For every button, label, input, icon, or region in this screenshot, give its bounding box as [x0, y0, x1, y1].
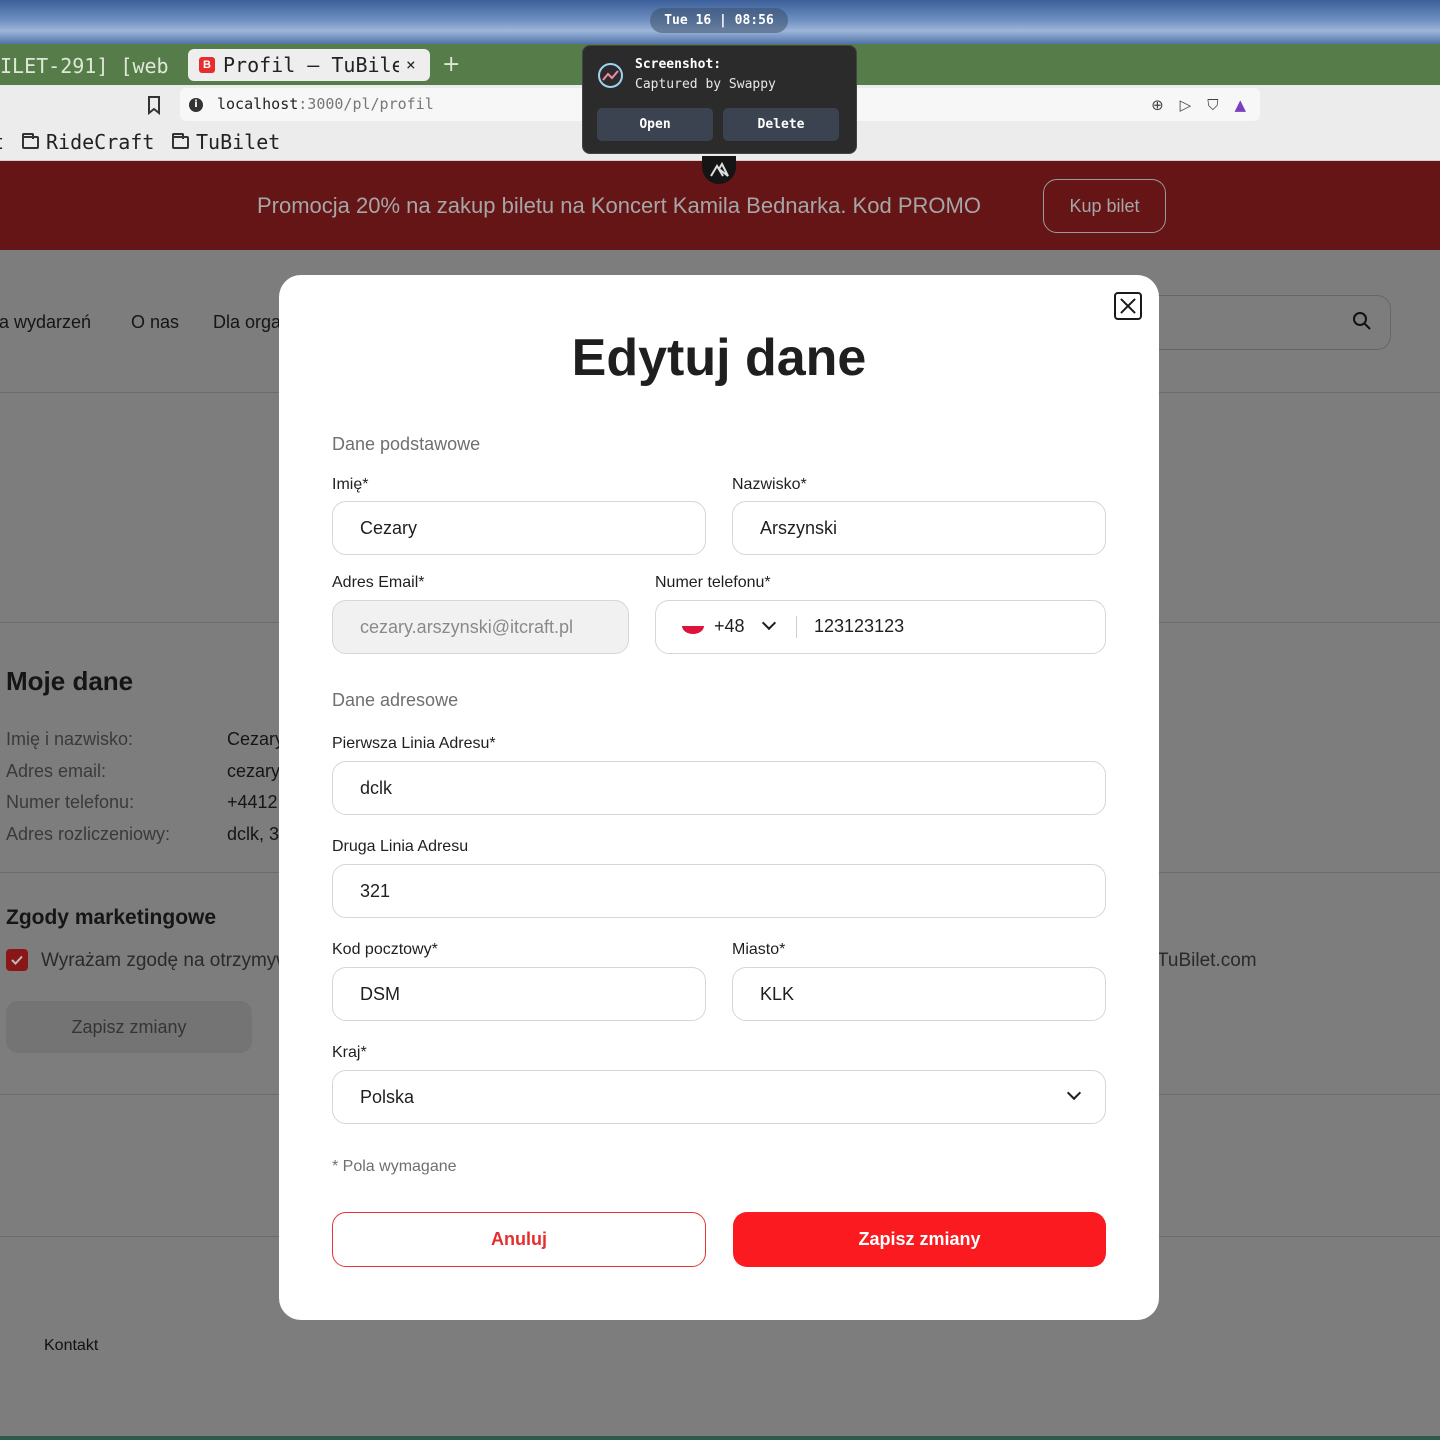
cancel-button[interactable]: Anuluj — [332, 1212, 706, 1267]
label-email: Adres email: — [6, 761, 107, 781]
nav-about[interactable]: O nas — [131, 311, 179, 333]
email-field: cezary.arszynski@itcraft.pl — [332, 600, 629, 654]
section-address-data: Dane adresowe — [332, 690, 459, 710]
last-name-label: Nazwisko* — [732, 476, 807, 493]
zoom-icon[interactable]: ⊕ — [1151, 96, 1164, 114]
edit-data-modal: Edytuj dane Dane podstawowe Imię* Cezary… — [279, 275, 1159, 1320]
tab-title: Profil – TuBilet — [223, 53, 399, 77]
phone-label: Numer telefonu* — [655, 574, 771, 591]
bottom-edge — [0, 1436, 1440, 1440]
country-select[interactable]: Polska — [332, 1070, 1106, 1124]
poland-flag-icon — [682, 618, 704, 634]
value-full-name: Cezary — [227, 729, 285, 749]
country-code-select[interactable]: +48 — [714, 601, 745, 651]
section-basic-data: Dane podstawowe — [332, 434, 481, 454]
nav-organizers[interactable]: Dla orga — [213, 311, 281, 333]
send-icon[interactable]: ▷ — [1180, 96, 1192, 114]
nuxt-devtools-icon[interactable] — [702, 156, 736, 184]
system-top-bar: Tue 16 | 08:56 — [0, 0, 1440, 44]
address-bar-actions: ⊕ ▷ ⛉ ▲ — [1151, 95, 1246, 115]
marketing-consent-label: Wyrażam zgodę na otrzymyw — [41, 950, 291, 971]
value-billing-address: dclk, 3 — [227, 824, 280, 844]
bookmark-icon[interactable] — [146, 95, 162, 115]
bookmark-ridecraft[interactable]: RideCraft — [22, 129, 154, 155]
screenshot-notification: Screenshot: Captured by Swappy Open Dele… — [582, 45, 857, 154]
modal-title: Edytuj dane — [571, 329, 867, 387]
first-name-field[interactable]: Cezary — [332, 501, 706, 555]
phone-field[interactable]: +48 123123123 — [655, 600, 1106, 654]
open-button[interactable]: Open — [597, 108, 713, 141]
my-data-title: Moje dane — [6, 666, 134, 696]
folder-icon — [172, 132, 189, 149]
url-text[interactable]: localhost:3000/pl/profil — [217, 94, 434, 114]
bookmark-overflow[interactable]: t — [0, 129, 4, 155]
first-name-label: Imię* — [332, 476, 369, 493]
notification-title: Screenshot: — [635, 57, 722, 72]
brave-shield-icon[interactable]: ⛉ — [1207, 96, 1218, 114]
folder-icon — [22, 132, 39, 149]
address-line1-field[interactable]: dclk — [332, 761, 1106, 815]
city-field[interactable]: KLK — [732, 967, 1106, 1021]
required-fields-note: * Pola wymagane — [332, 1158, 457, 1175]
nav-events-map[interactable]: ta wydarzeń — [0, 311, 91, 333]
swappy-icon — [598, 63, 623, 88]
search-input[interactable] — [1130, 295, 1391, 350]
country-label: Kraj* — [332, 1044, 367, 1061]
address-line1-label: Pierwsza Linia Adresu* — [332, 735, 496, 752]
address-line2-label: Druga Linia Adresu — [332, 838, 469, 855]
save-button[interactable]: Zapisz zmiany — [733, 1212, 1106, 1267]
save-consents-button[interactable]: Zapisz zmiany — [6, 1001, 252, 1053]
system-clock: Tue 16 | 08:56 — [650, 8, 788, 33]
footer-contact-link[interactable]: Kontakt — [44, 1336, 98, 1356]
brave-rewards-icon[interactable]: ▲ — [1234, 96, 1246, 114]
value-email: cezary — [227, 761, 281, 781]
marketing-consent-checkbox[interactable] — [6, 949, 28, 971]
tubilet-favicon-icon: B — [199, 57, 215, 73]
bookmark-tubilet[interactable]: TuBilet — [172, 129, 280, 155]
label-full-name: Imię i nazwisko: — [6, 729, 134, 749]
postal-code-label: Kod pocztowy* — [332, 941, 438, 958]
new-tab-button[interactable]: + — [442, 52, 460, 78]
tab-active[interactable]: B Profil – TuBilet × — [188, 49, 430, 81]
notification-subtitle: Captured by Swappy — [635, 77, 776, 92]
tab-close-icon[interactable]: × — [406, 52, 416, 78]
marketing-consent-label-end: TuBilet.com — [1157, 950, 1257, 971]
address-line2-field[interactable]: 321 — [332, 864, 1106, 918]
label-billing-address: Adres rozliczeniowy: — [6, 824, 171, 844]
label-phone: Numer telefonu: — [6, 792, 135, 812]
buy-ticket-button[interactable]: Kup bilet — [1043, 179, 1166, 233]
phone-divider — [796, 616, 797, 638]
email-label: Adres Email* — [332, 574, 425, 591]
delete-button[interactable]: Delete — [723, 108, 839, 141]
city-label: Miasto* — [732, 941, 786, 958]
value-phone: +4412 — [227, 792, 278, 812]
chevron-down-icon — [1066, 1085, 1082, 1101]
last-name-field[interactable]: Arszynski — [732, 501, 1106, 555]
promo-text: Promocja 20% na zakup biletu na Koncert … — [257, 193, 981, 218]
phone-number-input[interactable]: 123123123 — [814, 601, 904, 651]
marketing-title: Zgody marketingowe — [6, 906, 217, 929]
country-value: Polska — [360, 1087, 415, 1107]
postal-code-field[interactable]: DSM — [332, 967, 706, 1021]
tab-inactive[interactable]: ILET-291] [web — [0, 52, 180, 80]
search-icon[interactable] — [1352, 311, 1372, 331]
checkmark-icon — [11, 955, 23, 965]
close-icon[interactable] — [1114, 292, 1142, 320]
chevron-down-icon[interactable] — [761, 615, 777, 631]
site-info-icon[interactable]: i — [189, 98, 203, 112]
